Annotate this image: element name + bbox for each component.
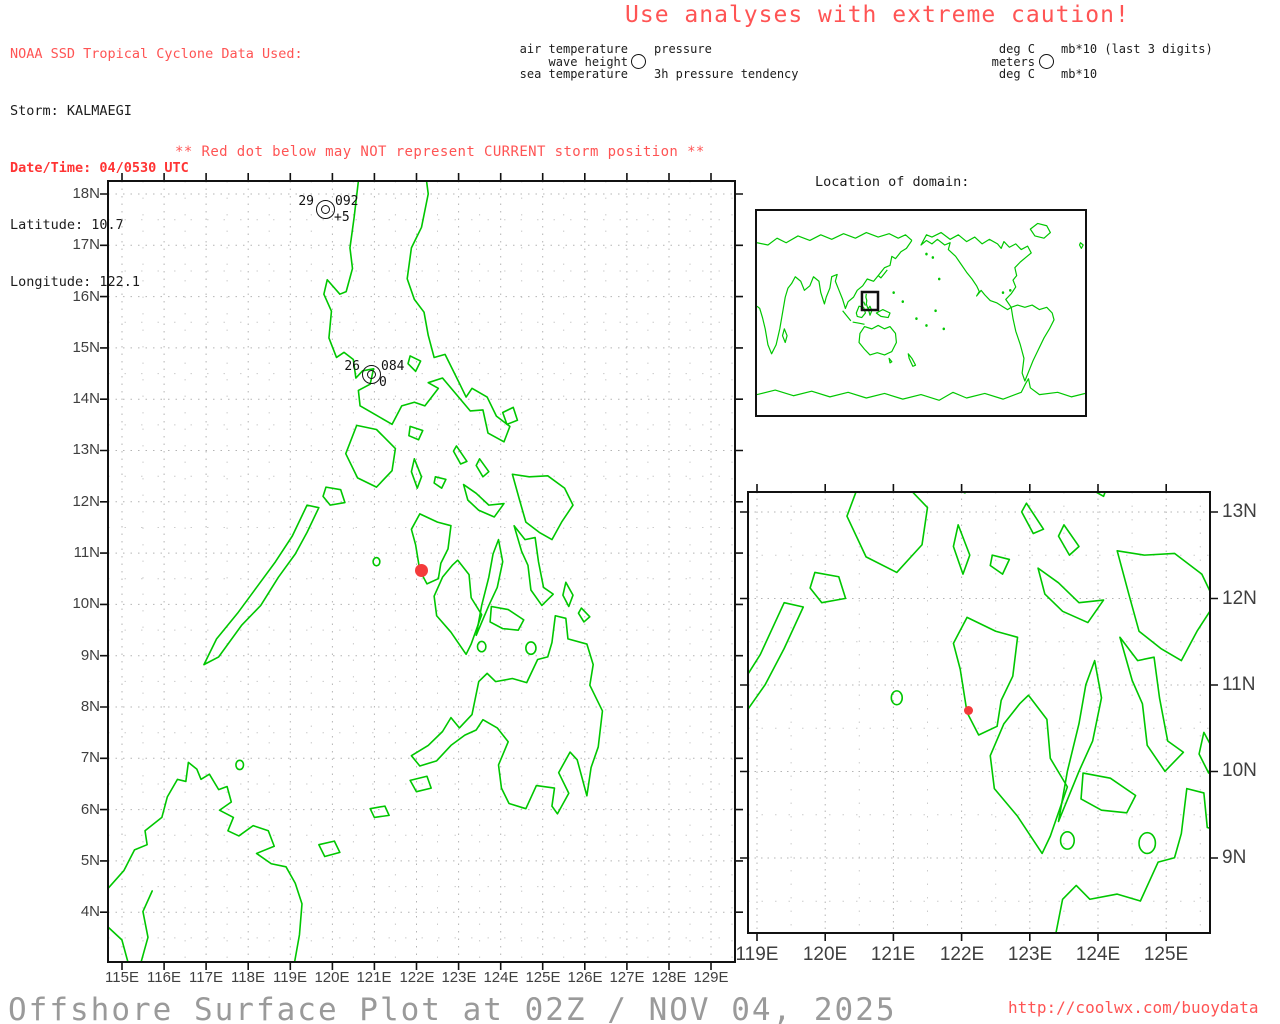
lon-label: 120E xyxy=(314,969,350,986)
lon-label: 121E xyxy=(356,969,392,986)
lat-label: 15N xyxy=(72,339,100,356)
lat-label: 4N xyxy=(80,903,100,920)
zoom-map-coastlines xyxy=(738,482,1220,953)
lon-label: 118E xyxy=(231,969,265,986)
zoom-map-ticks xyxy=(740,484,1218,941)
lon-label: 125E xyxy=(525,969,561,986)
legend-unit-degc-1: deg C xyxy=(998,42,1035,56)
lat-label: 10N xyxy=(72,595,100,612)
legend-unit-mb10: mb*10 xyxy=(1061,67,1098,81)
lat-label: 6N xyxy=(80,801,100,818)
station-circle-icon xyxy=(316,200,335,219)
lat-label: 17N xyxy=(72,236,100,253)
legend-var-pressure: pressure xyxy=(654,42,712,56)
caution-banner: Use analyses with extreme caution! xyxy=(625,2,1130,28)
lat-label: 9N xyxy=(80,647,100,664)
zoom-lat-label: 10N xyxy=(1222,760,1257,781)
zoom-map-frame xyxy=(747,491,1211,934)
lon-label: 128E xyxy=(651,969,687,986)
legend-var-pressure-tendency: 3h pressure tendency xyxy=(654,67,799,81)
lon-label: 115E xyxy=(105,969,139,986)
header-storm-name: Storm: KALMAEGI xyxy=(10,103,132,119)
station-circle-icon xyxy=(631,54,646,69)
lat-label: 7N xyxy=(80,749,100,766)
station-circle-icon-units xyxy=(1039,54,1054,69)
lat-label: 16N xyxy=(72,288,100,305)
zoom-lon-label: 125E xyxy=(1143,944,1189,965)
lat-label: 14N xyxy=(72,390,100,407)
zoom-lon-label: 123E xyxy=(1007,944,1053,965)
station-air-temp: 26 xyxy=(344,359,360,374)
main-map-coastlines xyxy=(108,181,602,963)
lon-label: 126E xyxy=(567,969,603,986)
zoom-lat-label: 12N xyxy=(1222,588,1257,609)
storm-position-dot xyxy=(415,564,428,577)
lat-label: 11N xyxy=(73,544,100,561)
zoom-lon-label: 124E xyxy=(1075,944,1121,965)
legend-unit-mb10-digits: mb*10 (last 3 digits) xyxy=(1061,42,1213,56)
zoom-lat-label: 11N xyxy=(1222,674,1256,695)
zoom-lat-label: 9N xyxy=(1222,847,1247,868)
lon-label: 123E xyxy=(441,969,477,986)
zoom-map xyxy=(738,482,1220,953)
lat-label: 13N xyxy=(72,441,100,458)
zoom-lon-label: 121E xyxy=(870,944,916,965)
zoom-map-major-grid xyxy=(748,492,1210,933)
offshore-surface-plot-page: NOAA SSD Tropical Cyclone Data Used: Sto… xyxy=(0,0,1280,1024)
lat-label: 5N xyxy=(80,852,100,869)
storm-position-dot-zoom xyxy=(964,706,973,715)
plot-title: Offshore Surface Plot at 02Z / NOV 04, 2… xyxy=(8,992,897,1024)
lon-label: 119E xyxy=(273,969,307,986)
lat-label: 12N xyxy=(72,493,100,510)
lon-label: 116E xyxy=(147,969,181,986)
header-source-line: NOAA SSD Tropical Cyclone Data Used: xyxy=(10,46,303,62)
zoom-lon-label: 122E xyxy=(939,944,985,965)
lon-label: 124E xyxy=(483,969,519,986)
world-coastlines xyxy=(757,223,1085,400)
lon-label: 117E xyxy=(189,969,223,986)
lat-label: 8N xyxy=(80,698,100,715)
zoom-lat-label: 13N xyxy=(1222,501,1257,522)
source-url-link[interactable]: http://coolwx.com/buoydata xyxy=(1008,998,1258,1017)
domain-map-title: Location of domain: xyxy=(815,174,970,190)
station-tendency: 0 xyxy=(379,375,387,390)
lon-label: 122E xyxy=(399,969,435,986)
lon-label: 129E xyxy=(693,969,729,986)
station-pressure: 084 xyxy=(381,359,405,374)
legend-var-air-temperature: air temperature xyxy=(519,42,628,56)
zoom-lon-label: 119E xyxy=(735,944,779,965)
zoom-lon-label: 120E xyxy=(802,944,848,965)
red-dot-warning: ** Red dot below may NOT represent CURRE… xyxy=(175,144,705,160)
legend-unit-degc-2: deg C xyxy=(998,67,1035,81)
lon-label: 127E xyxy=(609,969,645,986)
legend-var-sea-temperature: sea temperature xyxy=(519,67,628,81)
station-tendency: +5 xyxy=(334,210,350,225)
station-air-temp: 29 xyxy=(298,194,314,209)
station-pressure: 092 xyxy=(335,194,359,209)
zoom-map-minor-grid xyxy=(748,492,1210,933)
world-domain-map xyxy=(755,209,1087,417)
lat-label: 18N xyxy=(72,185,100,202)
